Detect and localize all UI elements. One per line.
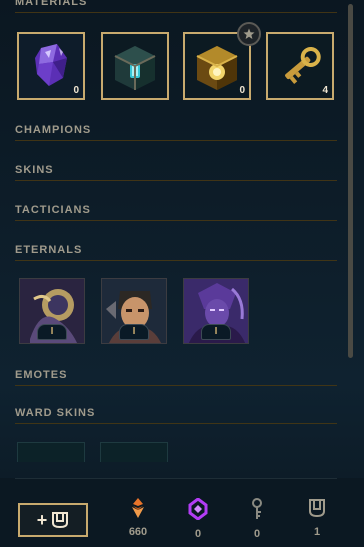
- section-header-skins[interactable]: SKINS: [15, 164, 337, 181]
- add-to-loot-button[interactable]: +: [18, 503, 88, 537]
- section-label: MATERIALS: [15, 0, 88, 8]
- currency-value: 1: [313, 526, 321, 538]
- orange-essence-icon: [132, 498, 144, 518]
- ward-skin-item[interactable]: [17, 442, 85, 462]
- currency-key-fragment: 0: [237, 498, 277, 540]
- eternal-item[interactable]: I: [183, 278, 249, 344]
- divider: [15, 140, 337, 141]
- section-header-materials[interactable]: MATERIALS: [15, 0, 337, 13]
- section-header-champions[interactable]: CHAMPIONS: [15, 124, 337, 141]
- currency-value: 660: [128, 526, 148, 538]
- hextech-chest-icon: [103, 34, 167, 98]
- eternal-rank: I: [37, 324, 67, 340]
- footer-divider: [15, 478, 337, 479]
- currency-value: 0: [194, 528, 202, 540]
- eternal-rank: I: [119, 324, 149, 340]
- eternal-item[interactable]: I: [101, 278, 167, 344]
- currency-mythic-essence: 0: [178, 498, 218, 540]
- loot-panel: MATERIALS 0 0 4 CHAMPIONS SKINS TACTICIA…: [0, 0, 346, 478]
- chest-slot-icon: [52, 512, 69, 529]
- section-label: CHAMPIONS: [15, 124, 92, 136]
- eternal-rank: I: [201, 324, 231, 340]
- section-label: ETERNALS: [15, 244, 83, 256]
- material-count: 4: [322, 85, 328, 96]
- divider: [15, 12, 337, 13]
- divider: [15, 423, 337, 424]
- section-header-emotes[interactable]: EMOTES: [15, 369, 337, 386]
- divider: [15, 220, 337, 221]
- section-label: SKINS: [15, 164, 54, 176]
- material-key[interactable]: 4: [266, 32, 334, 100]
- section-label: WARD SKINS: [15, 407, 96, 419]
- divider: [15, 385, 337, 386]
- material-gemstone[interactable]: 0: [17, 32, 85, 100]
- divider: [15, 180, 337, 181]
- chest-icon: [309, 499, 325, 518]
- divider: [15, 260, 337, 261]
- material-count: 0: [73, 85, 79, 96]
- section-header-tacticians[interactable]: TACTICIANS: [15, 204, 337, 221]
- material-count: 0: [239, 85, 245, 96]
- material-hextech-chest[interactable]: [101, 32, 169, 100]
- currency-orange-essence: 660: [118, 498, 158, 538]
- currency-value: 0: [253, 528, 261, 540]
- eternal-item[interactable]: I: [19, 278, 85, 344]
- section-label: TACTICIANS: [15, 204, 91, 216]
- section-label: EMOTES: [15, 369, 68, 381]
- masterwork-star-badge: [237, 22, 261, 46]
- section-header-eternals[interactable]: ETERNALS: [15, 244, 337, 261]
- ward-skin-item[interactable]: [100, 442, 168, 462]
- mythic-essence-icon: [188, 498, 208, 520]
- star-icon: [243, 28, 255, 39]
- key-fragment-icon: [252, 498, 262, 519]
- scrollbar-thumb[interactable]: [348, 4, 353, 358]
- add-label: +: [36, 509, 48, 530]
- section-header-ward-skins[interactable]: WARD SKINS: [15, 407, 337, 424]
- currency-chest: 1: [297, 498, 337, 538]
